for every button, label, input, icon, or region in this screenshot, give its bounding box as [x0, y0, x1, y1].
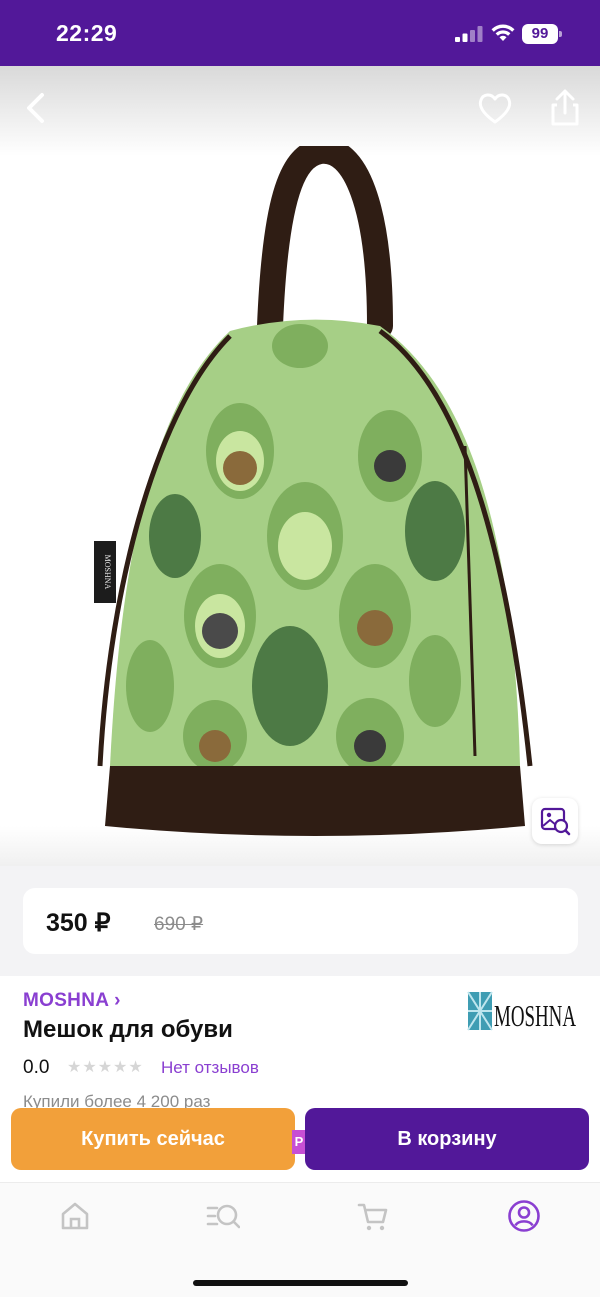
action-bar: Купить сейчас P В корзину — [0, 1106, 600, 1174]
status-bar: 22:29 99 — [0, 0, 600, 66]
rating-stars: ★★★★★ — [67, 1059, 144, 1076]
promo-tag: P — [292, 1130, 306, 1154]
share-button[interactable] — [543, 86, 587, 130]
tab-home[interactable] — [58, 1199, 92, 1233]
heart-icon — [478, 93, 512, 124]
back-button[interactable] — [14, 86, 58, 130]
home-indicator — [193, 1280, 408, 1286]
tab-cart[interactable] — [356, 1199, 390, 1233]
cellular-signal-icon — [455, 26, 483, 42]
visual-search-button[interactable] — [532, 798, 578, 844]
product-title: Мешок для обуви — [23, 1016, 233, 1043]
battery-tip — [559, 31, 562, 37]
share-icon — [551, 89, 579, 126]
price-card: 350 ₽ 690 ₽ — [23, 888, 578, 954]
brand-link[interactable]: MOSHNA › — [23, 990, 121, 1012]
wifi-icon — [491, 24, 515, 41]
bag-brand-tag: MOSHNA — [103, 555, 112, 590]
tab-profile[interactable] — [507, 1199, 541, 1233]
tab-catalog[interactable] — [206, 1199, 241, 1233]
rating-row: 0.0 ★★★★★ Нет отзывов — [23, 1056, 423, 1080]
product-photo[interactable]: MOSHNA — [80, 146, 550, 836]
brand-logo-text: MOSHNA — [494, 998, 576, 1033]
home-icon — [61, 1202, 89, 1230]
current-price: 350 ₽ — [46, 909, 111, 937]
battery-level: 99 — [522, 24, 558, 44]
brand-logo[interactable]: MOSHNA — [466, 988, 578, 1034]
catalog-search-icon — [206, 1204, 241, 1229]
reviews-link[interactable]: Нет отзывов — [161, 1058, 259, 1078]
cart-icon — [357, 1203, 388, 1231]
rating-value: 0.0 — [23, 1057, 50, 1078]
battery-indicator: 99 — [522, 24, 562, 44]
add-to-cart-button[interactable]: В корзину — [305, 1108, 589, 1170]
product-gallery[interactable]: MOSHNA — [0, 66, 600, 866]
old-price: 690 ₽ — [154, 914, 204, 935]
chevron-left-icon — [27, 93, 44, 123]
favorite-button[interactable] — [473, 86, 517, 130]
status-time: 22:29 — [56, 20, 118, 46]
profile-icon — [508, 1200, 540, 1232]
image-search-icon — [540, 807, 571, 836]
tab-bar — [0, 1182, 600, 1297]
buy-now-button[interactable]: Купить сейчас — [11, 1108, 295, 1170]
